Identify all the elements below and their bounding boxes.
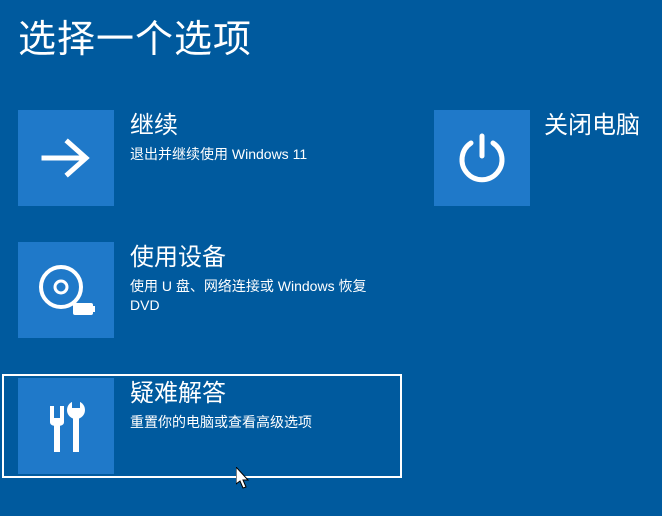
use-device-option[interactable]: 使用设备 使用 U 盘、网络连接或 Windows 恢复 DVD (18, 242, 404, 338)
disc-usb-icon (18, 242, 114, 338)
continue-desc: 退出并继续使用 Windows 11 (130, 145, 307, 164)
troubleshoot-title: 疑难解答 (130, 380, 312, 409)
shutdown-option[interactable]: 关闭电脑 (434, 110, 640, 206)
page-title: 选择一个选项 (0, 0, 662, 63)
tools-icon (18, 378, 114, 474)
continue-option[interactable]: 继续 退出并继续使用 Windows 11 (18, 110, 404, 206)
troubleshoot-desc: 重置你的电脑或查看高级选项 (130, 413, 312, 432)
continue-title: 继续 (130, 112, 307, 141)
power-icon (434, 110, 530, 206)
arrow-right-icon (18, 110, 114, 206)
shutdown-title: 关闭电脑 (544, 112, 640, 141)
troubleshoot-option[interactable]: 疑难解答 重置你的电脑或查看高级选项 (2, 374, 402, 478)
use-device-desc: 使用 U 盘、网络连接或 Windows 恢复 DVD (130, 277, 390, 315)
use-device-title: 使用设备 (130, 244, 390, 273)
